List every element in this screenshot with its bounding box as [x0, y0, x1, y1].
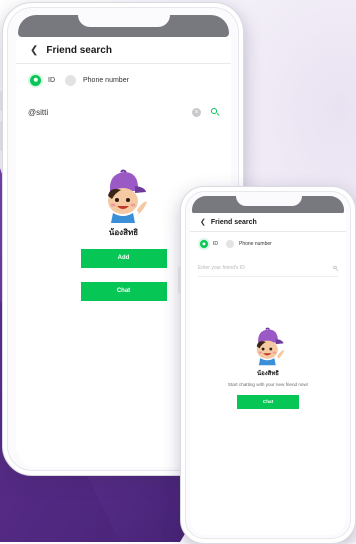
small-profile-avatar — [249, 325, 287, 366]
chevron-left-icon[interactable]: ❮ — [200, 218, 206, 226]
small-radio-id-label: ID — [213, 241, 218, 247]
big-profile-avatar — [97, 166, 151, 224]
chevron-left-icon[interactable]: ❮ — [30, 45, 38, 56]
small-chat-button[interactable]: Chat — [237, 395, 299, 409]
big-search-input[interactable]: @sitti — [28, 108, 192, 117]
big-header-title: Friend search — [46, 44, 112, 56]
big-search-bar: @sitti × — [28, 100, 220, 124]
search-icon[interactable] — [211, 108, 220, 116]
big-phone-volume-button — [0, 121, 3, 151]
big-radio-id-label: ID — [48, 76, 55, 84]
big-search-type-selector: ID Phone number — [16, 64, 231, 96]
big-radio-phone-label: Phone number — [83, 76, 129, 84]
big-radio-id[interactable] — [30, 74, 41, 86]
add-friend-button[interactable]: Add — [80, 249, 167, 268]
clear-icon[interactable]: × — [192, 107, 201, 117]
small-phone-screen: ❮ Friend search ID Phone number Enter yo… — [190, 213, 346, 535]
small-phone-side-button — [178, 267, 181, 293]
small-search-result: น้องสิทธิ Start chatting with your new f… — [190, 325, 346, 409]
small-search-input[interactable]: Enter your friend's ID — [198, 265, 333, 271]
small-radio-id[interactable] — [200, 240, 208, 248]
small-search-bar: Enter your friend's ID — [198, 260, 339, 277]
search-icon[interactable] — [333, 265, 339, 271]
small-radio-phone[interactable] — [226, 240, 234, 248]
big-phone-notch — [18, 15, 229, 37]
big-chat-button[interactable]: Chat — [80, 282, 167, 301]
small-header: ❮ Friend search — [190, 213, 346, 231]
big-phone-side-button — [0, 91, 3, 111]
big-profile-name: น้องสิทธิ — [108, 228, 139, 237]
big-header: ❮ Friend search — [16, 37, 231, 63]
small-radio-phone-label: Phone number — [239, 241, 272, 247]
small-profile-subtitle: Start chatting with your new friend now! — [227, 382, 309, 387]
small-phone: ❮ Friend search ID Phone number Enter yo… — [178, 186, 356, 544]
big-radio-phone[interactable] — [65, 74, 76, 86]
small-search-type-selector: ID Phone number — [190, 232, 346, 256]
small-phone-notch — [192, 196, 344, 214]
small-header-title: Friend search — [210, 218, 257, 226]
small-profile-name: น้องสิทธิ — [257, 371, 279, 377]
